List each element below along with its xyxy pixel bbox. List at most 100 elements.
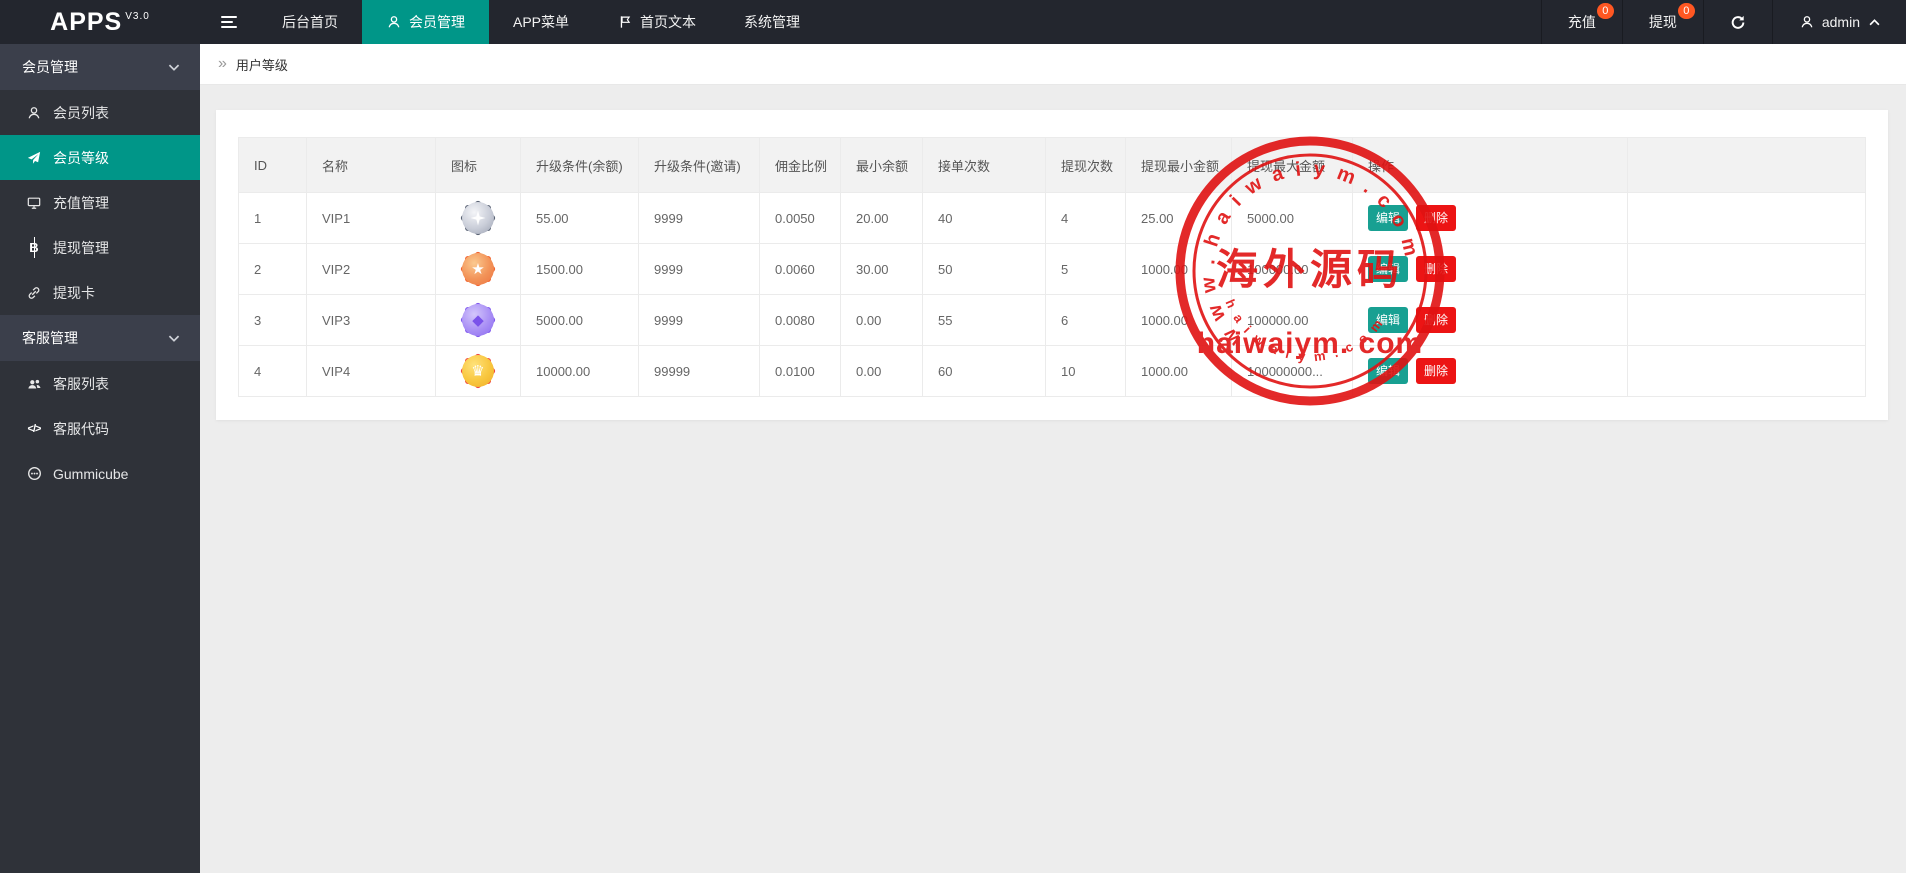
cell-id: 3	[239, 295, 307, 346]
cell-withdraw-max: 100000.00	[1232, 244, 1353, 295]
chevron-down-icon	[168, 59, 180, 75]
cell-actions: 编辑删除	[1353, 244, 1628, 295]
refresh-button[interactable]	[1703, 0, 1772, 44]
edit-button[interactable]: 编辑	[1368, 307, 1408, 333]
cell-commission: 0.0100	[760, 346, 841, 397]
cell-withdraw-min: 1000.00	[1126, 346, 1232, 397]
sidebar-item-label: 充值管理	[53, 193, 109, 213]
medal-orange-star-icon: ★	[458, 249, 498, 289]
withdraw-badge: 0	[1678, 3, 1695, 19]
username: admin	[1822, 14, 1860, 30]
cell-id: 1	[239, 193, 307, 244]
delete-button[interactable]: 删除	[1416, 307, 1456, 333]
app-logo: APPSV3.0	[0, 0, 200, 44]
user-menu[interactable]: admin	[1772, 0, 1906, 44]
sidebar-item-support-list[interactable]: 客服列表	[0, 361, 200, 406]
recharge-button[interactable]: 充值 0	[1541, 0, 1622, 44]
sidebar-item-member-level[interactable]: 会员等级	[0, 135, 200, 180]
table-row: 1 VIP1 55.00 9999 0.0050 20.00 40 4 25.0…	[239, 193, 1866, 244]
member-level-table: ID 名称 图标 升级条件(余额) 升级条件(邀请) 佣金比例 最小余额 接单次…	[238, 137, 1866, 397]
link-icon	[26, 286, 42, 300]
col-icon: 图标	[436, 138, 521, 193]
sidebar-group-label: 会员管理	[22, 57, 78, 77]
cell-withdraw-max: 100000000...	[1232, 346, 1353, 397]
sidebar-item-label: 提现卡	[53, 283, 95, 303]
sidebar-group-support[interactable]: 客服管理	[0, 315, 200, 361]
cell-actions: 编辑删除	[1353, 295, 1628, 346]
edit-button[interactable]: 编辑	[1368, 358, 1408, 384]
cell-withdraw-times: 6	[1046, 295, 1126, 346]
cell-withdraw-times: 10	[1046, 346, 1126, 397]
nav-item-home-text[interactable]: 首页文本	[593, 0, 720, 44]
col-orders: 接单次数	[923, 138, 1046, 193]
sidebar-item-support-code[interactable]: 客服代码	[0, 406, 200, 451]
col-min-balance: 最小余额	[841, 138, 923, 193]
recharge-label: 充值	[1568, 12, 1596, 32]
cell-upgrade-balance: 5000.00	[521, 295, 639, 346]
withdraw-button[interactable]: 提现 0	[1622, 0, 1703, 44]
paper-plane-icon	[26, 151, 42, 165]
col-filler	[1628, 138, 1866, 193]
sidebar-item-withdraw[interactable]: 提现管理	[0, 225, 200, 270]
sidebar-group-members[interactable]: 会员管理	[0, 44, 200, 90]
cell-icon	[436, 193, 521, 244]
app-logo-text: APPS	[50, 8, 122, 37]
cell-min-balance: 20.00	[841, 193, 923, 244]
nav-item-members[interactable]: 会员管理	[362, 0, 489, 44]
sidebar-item-label: 会员等级	[53, 148, 109, 168]
nav-item-label: 首页文本	[640, 12, 696, 32]
hamburger-icon	[221, 16, 237, 28]
col-upgrade-invite: 升级条件(邀请)	[639, 138, 760, 193]
medal-gold-crown-icon: ♛	[458, 351, 498, 391]
edit-button[interactable]: 编辑	[1368, 256, 1408, 282]
sidebar-item-gummicube[interactable]: Gummicube	[0, 451, 200, 496]
cell-withdraw-min: 1000.00	[1126, 295, 1232, 346]
delete-button[interactable]: 删除	[1416, 256, 1456, 282]
sidebar-item-member-list[interactable]: 会员列表	[0, 90, 200, 135]
flag-icon	[617, 15, 633, 29]
cell-orders: 60	[923, 346, 1046, 397]
user-icon	[26, 106, 42, 120]
cell-withdraw-min: 25.00	[1126, 193, 1232, 244]
delete-button[interactable]: 删除	[1416, 358, 1456, 384]
nav-item-app-menu[interactable]: APP菜单	[489, 0, 593, 44]
navbar-right: 充值 0 提现 0 admin	[1541, 0, 1906, 44]
cell-orders: 55	[923, 295, 1046, 346]
table-header-row: ID 名称 图标 升级条件(余额) 升级条件(邀请) 佣金比例 最小余额 接单次…	[239, 138, 1866, 193]
sidebar-item-withdraw-card[interactable]: 提现卡	[0, 270, 200, 315]
chevron-down-icon	[168, 330, 180, 346]
monitor-icon	[26, 196, 42, 210]
col-withdraw-max: 提现最大金额	[1232, 138, 1353, 193]
cell-icon: ★	[436, 244, 521, 295]
cell-id: 2	[239, 244, 307, 295]
nav-item-label: APP菜单	[513, 12, 569, 32]
code-icon	[26, 423, 42, 435]
cell-actions: 编辑删除	[1353, 346, 1628, 397]
refresh-icon	[1730, 14, 1746, 31]
sidebar-toggle-button[interactable]	[200, 0, 258, 44]
nav-item-dashboard[interactable]: 后台首页	[258, 0, 362, 44]
col-withdraw-min: 提现最小金额	[1126, 138, 1232, 193]
sidebar-item-label: 会员列表	[53, 103, 109, 123]
baht-icon	[26, 240, 42, 255]
cell-upgrade-invite: 9999	[639, 295, 760, 346]
cell-commission: 0.0080	[760, 295, 841, 346]
sidebar-item-label: 提现管理	[53, 238, 109, 258]
cell-upgrade-invite: 99999	[639, 346, 760, 397]
cell-withdraw-max: 5000.00	[1232, 193, 1353, 244]
cell-filler	[1628, 193, 1866, 244]
nav-item-system[interactable]: 系统管理	[720, 0, 824, 44]
table-row: 2 VIP2 ★ 1500.00 9999 0.0060 30.00 50 5 …	[239, 244, 1866, 295]
cell-name: VIP4	[307, 346, 436, 397]
sidebar-item-recharge[interactable]: 充值管理	[0, 180, 200, 225]
withdraw-label: 提现	[1649, 12, 1677, 32]
cell-filler	[1628, 244, 1866, 295]
delete-button[interactable]: 删除	[1416, 205, 1456, 231]
cell-icon: ♛	[436, 346, 521, 397]
user-icon	[386, 15, 402, 29]
cell-upgrade-balance: 1500.00	[521, 244, 639, 295]
nav-item-label: 会员管理	[409, 12, 465, 32]
cell-name: VIP3	[307, 295, 436, 346]
cell-min-balance: 0.00	[841, 295, 923, 346]
edit-button[interactable]: 编辑	[1368, 205, 1408, 231]
